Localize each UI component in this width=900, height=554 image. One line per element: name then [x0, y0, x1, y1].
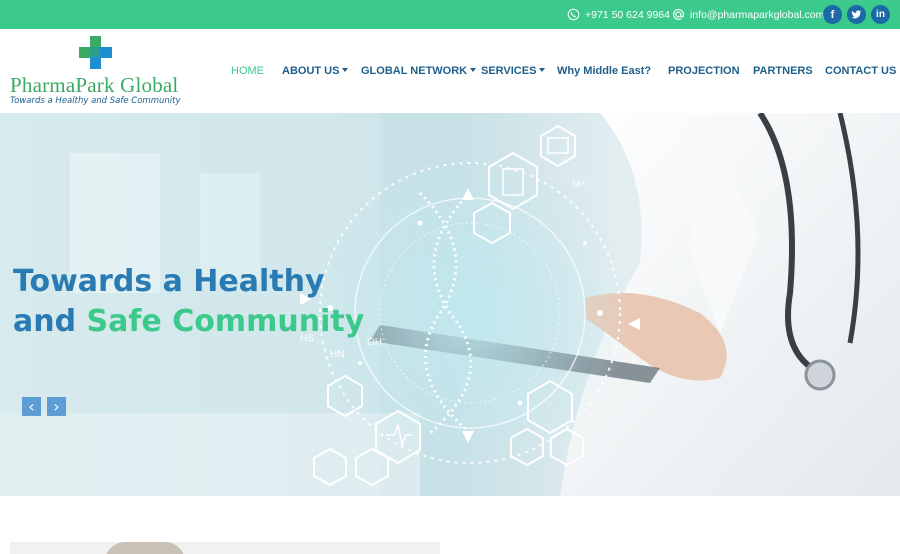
logo-name[interactable]: PharmaPark Global: [10, 73, 178, 98]
twitter-icon[interactable]: [847, 5, 866, 24]
logo-tagline: Towards a Healthy and Safe Community: [10, 96, 181, 106]
twitter-bird-icon: [851, 10, 862, 19]
caret-down-icon: [342, 68, 349, 72]
caret-down-icon: [539, 68, 546, 72]
nav-services[interactable]: SERVICES: [481, 65, 546, 77]
pharmacy-cross-icon: [79, 36, 112, 69]
caret-down-icon: [470, 68, 477, 72]
overlay-label-oh: OH: [367, 337, 382, 348]
nav-projection[interactable]: PROJECTION: [668, 65, 740, 77]
phone-contact[interactable]: +971 50 624 9964: [567, 0, 670, 29]
hero-title-highlight: Safe Community: [86, 304, 365, 339]
nav-global-network-label: GLOBAL NETWORK: [361, 65, 468, 77]
facebook-icon[interactable]: f: [823, 5, 842, 24]
nav-contact-us[interactable]: CONTACT US: [825, 65, 896, 77]
nav-why-middle-east[interactable]: Why Middle East?: [557, 65, 651, 77]
at-icon: [673, 9, 684, 20]
nav-about-us[interactable]: ABOUT US: [282, 65, 349, 77]
nav-partners[interactable]: PARTNERS: [753, 65, 813, 77]
phone-icon: [567, 8, 580, 21]
section-image-preview: [10, 542, 440, 554]
phone-number: +971 50 624 9964: [585, 8, 670, 21]
linkedin-icon[interactable]: in: [871, 5, 890, 24]
slider-next-button[interactable]: ›: [47, 397, 66, 416]
overlay-label-nh: NH: [572, 179, 585, 189]
product-image: [105, 542, 185, 554]
email-contact[interactable]: info@pharmaparkglobal.com: [672, 0, 824, 29]
nav-global-network[interactable]: GLOBAL NETWORK: [361, 65, 477, 77]
nav-about-us-label: ABOUT US: [282, 65, 340, 77]
slider-prev-button[interactable]: ‹: [22, 397, 41, 416]
hero-title-and: and: [13, 304, 87, 339]
nav-services-label: SERVICES: [481, 65, 537, 77]
nav-home[interactable]: HOME: [231, 65, 264, 77]
hero-title-line-2: and Safe Community: [13, 304, 364, 339]
hero-title-line-1: Towards a Healthy: [13, 264, 325, 299]
email-address: info@pharmaparkglobal.com: [690, 8, 825, 21]
overlay-label-hn: HN: [330, 349, 345, 360]
